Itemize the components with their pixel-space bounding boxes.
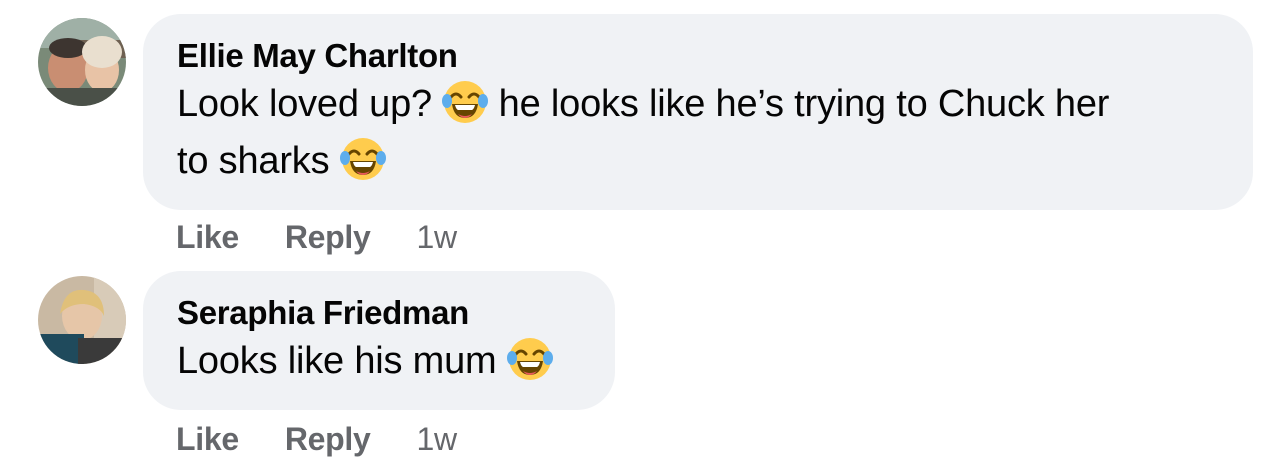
like-button[interactable]: Like bbox=[176, 421, 239, 458]
face-with-tears-of-joy-icon bbox=[506, 336, 553, 382]
comment-actions: Like Reply 1w bbox=[176, 419, 457, 459]
comment-author[interactable]: Seraphia Friedman bbox=[177, 293, 581, 333]
reply-button[interactable]: Reply bbox=[285, 219, 371, 256]
face-with-tears-of-joy-icon bbox=[339, 136, 386, 182]
comment-actions: Like Reply 1w bbox=[176, 217, 457, 257]
avatar[interactable] bbox=[38, 18, 126, 106]
comment-text: Look loved up? bbox=[177, 83, 443, 125]
comment-timestamp[interactable]: 1w bbox=[417, 421, 458, 458]
comment-text: he looks like he’s trying to Chuck her bbox=[488, 83, 1110, 125]
comment-thread: Ellie May Charlton Look loved up? he loo… bbox=[0, 0, 1284, 476]
avatar[interactable] bbox=[38, 276, 126, 364]
comment-text-line: Look loved up? he looks like he’s trying… bbox=[177, 76, 1219, 133]
comment-author[interactable]: Ellie May Charlton bbox=[177, 36, 1219, 76]
like-button[interactable]: Like bbox=[176, 219, 239, 256]
comment-text: to sharks bbox=[177, 140, 340, 182]
comment-timestamp[interactable]: 1w bbox=[417, 219, 458, 256]
comment-bubble: Ellie May Charlton Look loved up? he loo… bbox=[143, 14, 1253, 210]
reply-button[interactable]: Reply bbox=[285, 421, 371, 458]
comment-text-line: Looks like his mum bbox=[177, 333, 581, 390]
comment-text: Looks like his mum bbox=[177, 340, 507, 382]
comment-text-line: to sharks bbox=[177, 133, 1219, 190]
face-with-tears-of-joy-icon bbox=[442, 79, 489, 125]
comment-bubble: Seraphia Friedman Looks like his mum bbox=[143, 271, 615, 410]
